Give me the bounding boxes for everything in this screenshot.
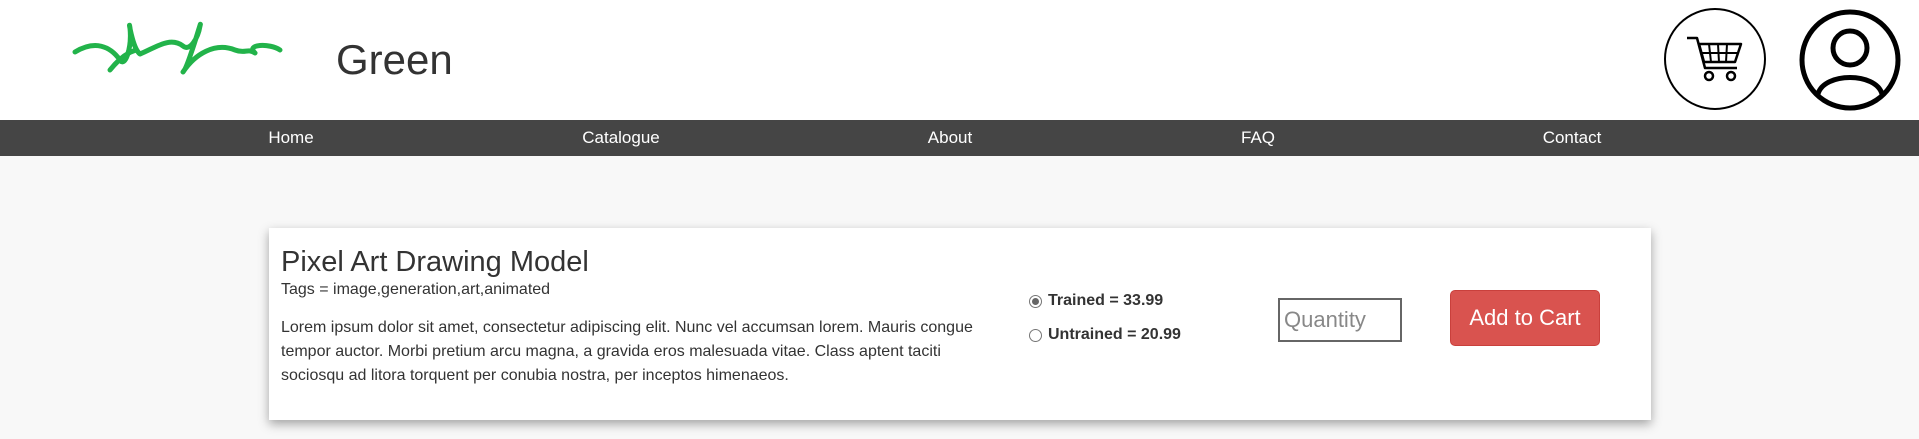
user-account-icon[interactable] [1798,8,1902,112]
nav-catalogue-link[interactable]: Catalogue [582,120,660,156]
product-tags: Tags = image,generation,art,animated [281,281,551,298]
option-trained-label: Trained = 33.99 [1048,292,1164,309]
add-to-cart-button[interactable]: Add to Cart [1450,290,1600,346]
option-trained[interactable]: Trained = 33.99 [1029,292,1163,310]
nav-faq-link[interactable]: FAQ [1241,120,1275,156]
shopping-cart-icon [1687,36,1743,82]
brand-name: Green [336,36,453,83]
product-card: Pixel Art Drawing Model Tags = image,gen… [269,228,1651,420]
cart-button[interactable] [1664,8,1766,110]
quantity-input[interactable] [1278,298,1402,342]
nav-contact-link[interactable]: Contact [1543,120,1602,156]
trained-radio[interactable] [1029,294,1042,308]
nav-about-link[interactable]: About [928,120,972,156]
logo-icon[interactable] [70,8,290,103]
untrained-radio[interactable] [1029,328,1042,342]
nav-home-link[interactable]: Home [268,120,313,156]
option-untrained-label: Untrained = 20.99 [1048,326,1181,343]
option-untrained[interactable]: Untrained = 20.99 [1029,326,1181,344]
product-description: Lorem ipsum dolor sit amet, consectetur … [281,319,973,384]
product-title: Pixel Art Drawing Model [281,246,589,278]
main-navbar: Home Catalogue About FAQ Contact [0,120,1919,156]
site-header: Green [0,0,1919,120]
